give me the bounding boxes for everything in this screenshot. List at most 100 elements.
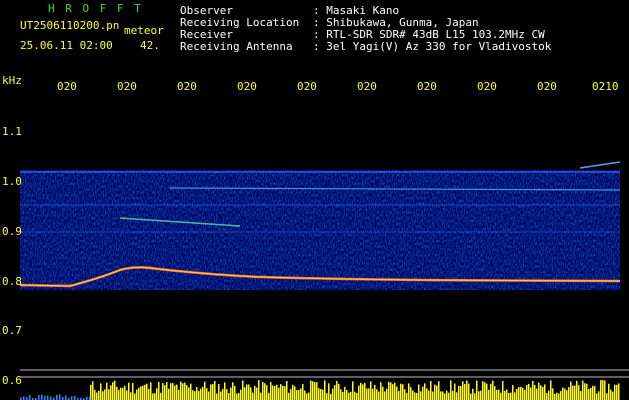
activity-bar [232,382,234,400]
activity-bar [518,386,520,400]
activity-bar [408,383,410,400]
activity-bar [222,389,224,400]
activity-bar [560,391,562,400]
activity-bar [380,382,382,400]
x-tick: 020 [117,80,137,93]
activity-bar [536,388,538,400]
activity-bar [142,385,144,400]
activity-bar [110,385,112,400]
activity-bar [89,396,91,400]
x-tick: 020 [357,80,377,93]
activity-bar [256,387,258,400]
activity-bar [526,385,528,400]
activity-bar [588,388,590,400]
y-tick-0-6: 0.6 [2,374,22,387]
activity-bar [292,384,294,400]
activity-bar [298,389,300,400]
activity-bar [278,387,280,400]
activity-bar [356,392,358,400]
activity-bar [610,389,612,400]
activity-bar [214,380,216,400]
activity-bar [496,389,498,400]
activity-bar [508,393,510,400]
activity-bar [530,387,532,400]
activity-bar [220,391,222,400]
activity-bar [502,380,504,400]
activity-bar [144,384,146,400]
y-tick-0-7: 0.7 [2,324,22,337]
activity-bar [162,383,164,400]
activity-bar [604,380,606,400]
activity-bar [304,390,306,400]
activity-bar [456,392,458,400]
activity-bar [418,384,420,400]
activity-bar [494,386,496,400]
activity-bar [198,390,200,400]
activity-bar [364,382,366,400]
activity-bar [166,382,168,400]
activity-bar [196,386,198,400]
activity-bar [340,389,342,400]
activity-bar [202,386,204,400]
activity-bar [448,392,450,400]
date-time: 25.06.11 02:00 [20,39,113,52]
activity-bar [342,391,344,400]
activity-bar [612,391,614,400]
activity-bar [548,390,550,400]
activity-bar [440,391,442,400]
activity-bar [486,383,488,400]
activity-bar [236,393,238,400]
activity-bar [534,384,536,400]
x-tick: 020 [177,80,197,93]
activity-bar [372,388,374,400]
count: 42. [140,39,160,52]
activity-bar [398,390,400,400]
activity-bar [354,391,356,400]
activity-bar [100,383,102,400]
activity-bar [558,393,560,400]
activity-bar [578,385,580,400]
activity-bar [368,388,370,400]
activity-bar [458,385,460,400]
activity-bar [252,392,254,400]
activity-bar [512,384,514,400]
activity-bar [516,388,518,400]
activity-bar [506,389,508,400]
activity-bar [226,389,228,400]
x-tick: 020 [297,80,317,93]
activity-bar [468,383,470,400]
activity-bar [140,386,142,400]
activity-bar [378,391,380,400]
activity-bar [484,382,486,400]
activity-bar [606,393,608,400]
x-tick: 020 [477,80,497,93]
x-tick: 020 [537,80,557,93]
activity-bar [280,384,282,400]
activity-bar [404,389,406,400]
activity-bar [284,386,286,400]
activity-bar [324,380,326,400]
activity-bar [438,381,440,400]
activity-bar [246,384,248,400]
activity-bar [436,385,438,400]
activity-bar [542,386,544,400]
activity-bar [336,380,338,400]
activity-bar [616,384,618,400]
activity-bar [338,383,340,400]
activity-bar [596,393,598,400]
activity-bar [122,387,124,400]
activity-bar [476,380,478,400]
activity-bar [528,383,530,400]
activity-bar [546,393,548,400]
activity-bar [112,382,114,400]
activity-bar [194,391,196,400]
activity-bar [492,380,494,400]
activity-bar [254,385,256,400]
activity-bar [432,391,434,400]
activity-bar [446,390,448,400]
activity-bar [482,381,484,400]
activity-bar [584,383,586,400]
activity-bar [230,387,232,400]
activity-bar [550,380,552,400]
activity-bar [190,383,192,400]
